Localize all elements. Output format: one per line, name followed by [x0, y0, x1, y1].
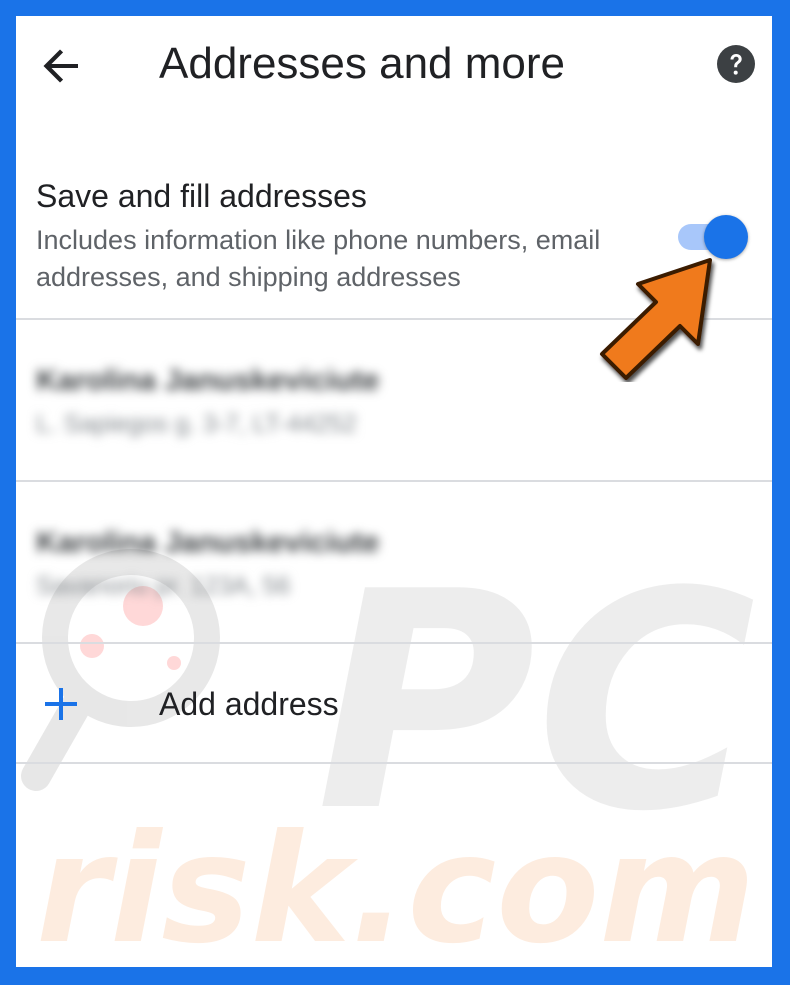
page-title: Addresses and more: [159, 39, 565, 88]
save-addresses-toggle[interactable]: [676, 213, 748, 261]
setting-title: Save and fill addresses: [36, 178, 367, 214]
address-name: Karolina Januskeviciute: [36, 526, 380, 559]
back-button[interactable]: [38, 42, 86, 90]
address-line: Savanoriu pr. 123A, 56: [36, 572, 291, 600]
setting-description: Includes information like phone numbers,…: [36, 225, 601, 292]
help-circle-icon: [717, 45, 755, 83]
top-app-bar: Addresses and more: [16, 16, 772, 116]
arrow-left-icon: [43, 49, 78, 83]
toggle-knob: [704, 215, 748, 259]
address-entry[interactable]: Karolina Januskeviciute L. Sapiegos g. 3…: [16, 320, 772, 480]
plus-icon: [45, 688, 77, 720]
add-address-button[interactable]: Add address: [16, 644, 772, 764]
add-address-label: Add address: [159, 686, 339, 722]
screen: PC risk.com Addresses and more Save and …: [16, 16, 772, 967]
address-name: Karolina Januskeviciute: [36, 364, 380, 397]
save-and-fill-addresses-setting[interactable]: Save and fill addresses Includes informa…: [16, 156, 772, 336]
divider: [16, 762, 772, 764]
help-button[interactable]: [716, 44, 756, 84]
address-entry[interactable]: Karolina Januskeviciute Savanoriu pr. 12…: [16, 482, 772, 642]
address-line: L. Sapiegos g. 3-7, LT-44252: [36, 410, 357, 438]
